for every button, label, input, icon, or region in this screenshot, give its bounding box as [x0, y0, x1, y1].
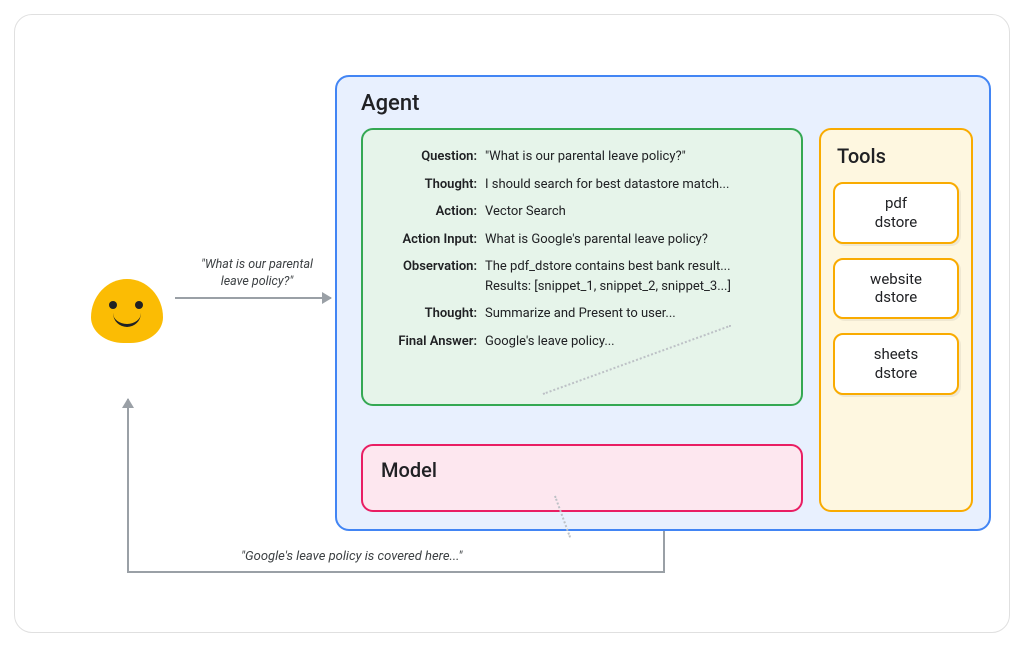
- reason-row-action: Action: Vector Search: [379, 203, 785, 221]
- arrow-agent-to-user-segment: [663, 531, 665, 573]
- tool-label-line2: dstore: [875, 364, 917, 382]
- tools-panel: Tools pdf dstore website dstore sheets d…: [819, 128, 973, 512]
- reason-label: Observation:: [379, 258, 485, 295]
- reason-row-action-input: Action Input: What is Google's parental …: [379, 231, 785, 249]
- reason-value: The pdf_dstore contains best bank result…: [485, 258, 785, 295]
- user-query-text: "What is our parental leave policy?": [191, 257, 323, 291]
- reason-row-question: Question: "What is our parental leave po…: [379, 148, 785, 166]
- reason-label: Final Answer:: [379, 333, 485, 351]
- reason-value-line2: Results: [snippet_1, snippet_2, snippet_…: [485, 278, 785, 296]
- arrow-agent-to-user-segment: [127, 399, 129, 573]
- reason-label: Action Input:: [379, 231, 485, 249]
- arrow-user-to-agent: [175, 297, 331, 299]
- reason-row-observation: Observation: The pdf_dstore contains bes…: [379, 258, 785, 295]
- tool-sheets-dstore: sheets dstore: [833, 333, 959, 395]
- reason-value: Vector Search: [485, 203, 785, 221]
- reason-value: What is Google's parental leave policy?: [485, 231, 785, 249]
- reason-row-thought-2: Thought: Summarize and Present to user..…: [379, 305, 785, 323]
- tools-title: Tools: [837, 144, 959, 168]
- agent-title: Agent: [361, 91, 971, 116]
- model-panel: Model: [361, 444, 803, 512]
- reasoning-panel: Question: "What is our parental leave po…: [361, 128, 803, 406]
- diagram-frame: "What is our parental leave policy?" Age…: [14, 14, 1010, 633]
- reason-label: Action:: [379, 203, 485, 221]
- reason-row-thought: Thought: I should search for best datast…: [379, 176, 785, 194]
- tool-website-dstore: website dstore: [833, 258, 959, 320]
- reason-row-final-answer: Final Answer: Google's leave policy...: [379, 333, 785, 351]
- tool-label-line2: dstore: [875, 213, 917, 231]
- reason-value: Summarize and Present to user...: [485, 305, 785, 323]
- reason-value-line1: The pdf_dstore contains best bank result…: [485, 259, 731, 274]
- reason-value: "What is our parental leave policy?": [485, 148, 785, 166]
- tool-label-line1: website: [870, 270, 922, 288]
- reason-label: Thought:: [379, 305, 485, 323]
- tool-pdf-dstore: pdf dstore: [833, 182, 959, 244]
- model-title: Model: [381, 458, 783, 482]
- tool-label-line2: dstore: [875, 288, 917, 306]
- agent-response-text: "Google's leave policy is covered here..…: [237, 549, 466, 564]
- reason-label: Thought:: [379, 176, 485, 194]
- tool-label-line1: pdf: [885, 194, 907, 212]
- user-avatar: [91, 275, 163, 347]
- reason-label: Question:: [379, 148, 485, 166]
- tool-label-line1: sheets: [874, 345, 919, 363]
- agent-container: Agent Question: "What is our parental le…: [335, 75, 991, 531]
- reason-value: I should search for best datastore match…: [485, 176, 785, 194]
- arrow-agent-to-user-segment: [127, 571, 665, 573]
- reason-value: Google's leave policy...: [485, 333, 785, 351]
